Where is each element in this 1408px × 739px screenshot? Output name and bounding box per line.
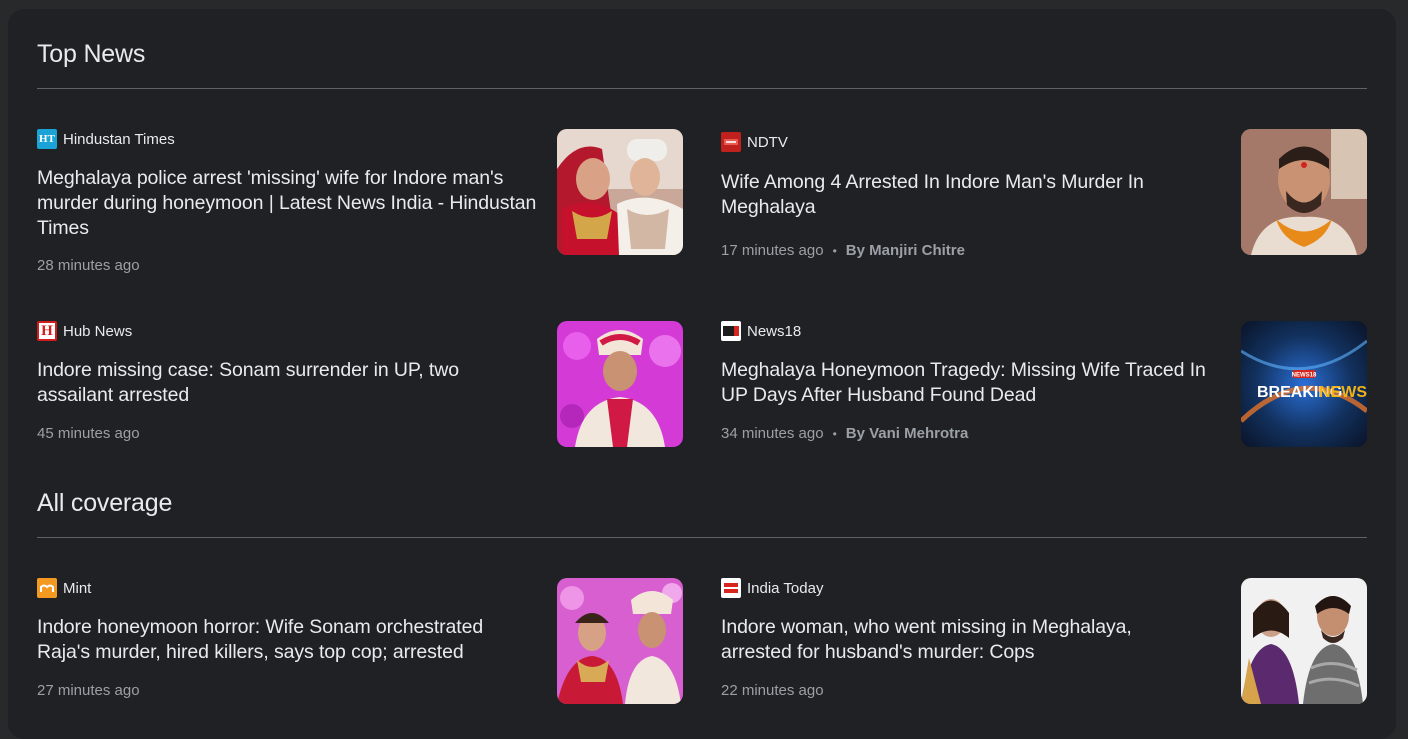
source-name: NDTV (747, 133, 788, 151)
headline[interactable]: Indore missing case: Sonam surrender in … (37, 358, 507, 408)
article-meta: 27 minutes ago (37, 682, 140, 699)
author[interactable]: By Manjiri Chitre (846, 242, 965, 259)
news-card-mint[interactable]: Mint Indore honeymoon horror: Wife Sonam… (37, 578, 683, 704)
news18-icon (721, 321, 741, 341)
thumbnail-image (557, 129, 683, 255)
thumbnail-couple-split[interactable] (1241, 578, 1367, 704)
section-title-top-news: Top News (37, 40, 146, 68)
news-card-hindustan-times[interactable]: HT Hindustan Times Meghalaya police arre… (37, 129, 683, 274)
news-source: H Hub News (37, 321, 132, 341)
section-divider (37, 88, 1367, 89)
thumbnail-wedding-couple-pink[interactable] (557, 578, 683, 704)
thumbnail-wedding-couple[interactable] (557, 129, 683, 255)
thumb-badge: NEWS18 (1292, 373, 1317, 379)
source-name: Hindustan Times (63, 130, 175, 148)
section-title-all-coverage: All coverage (37, 489, 173, 517)
thumbnail-man-portrait[interactable] (1241, 129, 1367, 255)
timestamp: 45 minutes ago (37, 425, 140, 442)
india-today-icon (721, 578, 741, 598)
source-name: Hub News (63, 322, 133, 340)
article-meta: 28 minutes ago (37, 257, 140, 274)
thumbnail-image (557, 578, 683, 704)
headline[interactable]: Indore honeymoon horror: Wife Sonam orch… (37, 615, 527, 665)
article-meta: 34 minutes ago • By Vani Mehrotra (721, 425, 968, 442)
headline[interactable]: Meghalaya Honeymoon Tragedy: Missing Wif… (721, 358, 1211, 408)
source-name: News18 (747, 322, 802, 340)
thumbnail-image (1241, 129, 1367, 255)
headline[interactable]: Wife Among 4 Arrested In Indore Man's Mu… (721, 170, 1191, 220)
thumb-text-news: NEWS (1319, 384, 1367, 401)
news-card-india-today[interactable]: India Today Indore woman, who went missi… (721, 578, 1367, 704)
news-card-ndtv[interactable]: NDTV Wife Among 4 Arrested In Indore Man… (721, 129, 1367, 259)
thumbnail-breaking-news[interactable]: NEWS18 BREAKING NEWS (1241, 321, 1367, 447)
separator-dot: • (832, 426, 837, 441)
news-source: HT Hindustan Times (37, 129, 175, 149)
author[interactable]: By Vani Mehrotra (846, 425, 969, 442)
timestamp: 27 minutes ago (37, 682, 140, 699)
news-source: News18 (721, 321, 801, 341)
timestamp: 17 minutes ago (721, 242, 824, 259)
headline[interactable]: Meghalaya police arrest 'missing' wife f… (37, 166, 537, 241)
hub-news-icon: H (37, 321, 57, 341)
thumbnail-image (1241, 578, 1367, 704)
article-meta: 45 minutes ago (37, 425, 140, 442)
news-panel: Top News HT Hindustan Times Meghalaya po… (8, 9, 1396, 739)
news-source: India Today (721, 578, 823, 598)
ndtv-icon (721, 132, 741, 152)
news-card-hub-news[interactable]: H Hub News Indore missing case: Sonam su… (37, 321, 683, 447)
article-meta: 22 minutes ago (721, 682, 824, 699)
section-divider (37, 537, 1367, 538)
timestamp: 28 minutes ago (37, 257, 140, 274)
thumbnail-image (557, 321, 683, 447)
headline[interactable]: Indore woman, who went missing in Meghal… (721, 615, 1191, 665)
mint-icon (37, 578, 57, 598)
timestamp: 22 minutes ago (721, 682, 824, 699)
article-meta: 17 minutes ago • By Manjiri Chitre (721, 242, 965, 259)
thumbnail-image: NEWS18 BREAKING NEWS (1241, 321, 1367, 447)
news-source: Mint (37, 578, 91, 598)
ht-icon: HT (37, 129, 57, 149)
timestamp: 34 minutes ago (721, 425, 824, 442)
news-card-news18[interactable]: News18 Meghalaya Honeymoon Tragedy: Miss… (721, 321, 1367, 447)
source-name: India Today (747, 579, 824, 597)
thumbnail-groom[interactable] (557, 321, 683, 447)
news-source: NDTV (721, 132, 788, 152)
source-name: Mint (63, 579, 92, 597)
separator-dot: • (832, 243, 837, 258)
